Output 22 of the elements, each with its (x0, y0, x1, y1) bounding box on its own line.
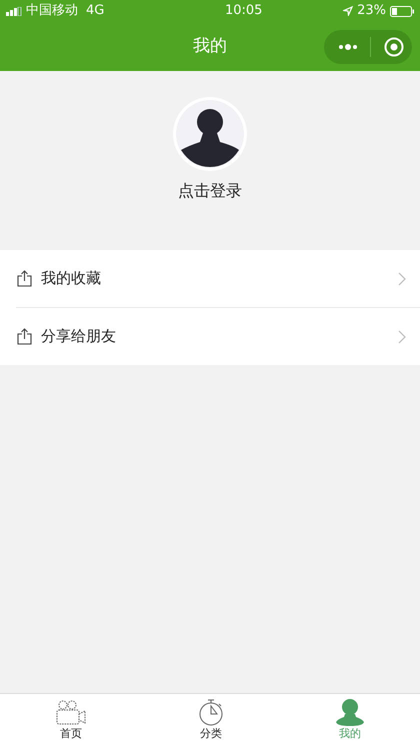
network-type: 4G (86, 2, 104, 20)
share-icon (16, 270, 33, 287)
signal-icon (6, 6, 22, 16)
tab-item[interactable]: 首页 (0, 694, 142, 747)
chevron-icon (398, 330, 406, 344)
camera-icon (56, 700, 86, 726)
more-icon[interactable] (338, 44, 358, 50)
clock-time: 10:05 (224, 2, 262, 20)
stopwatch-icon (198, 698, 224, 726)
share-icon (16, 328, 33, 345)
location-icon (343, 6, 354, 16)
chevron-icon (398, 272, 406, 286)
close-icon[interactable] (384, 37, 404, 57)
page-title: 我的 (193, 34, 227, 58)
tab-item[interactable]: 分类 (142, 694, 280, 747)
carrier-name: 中国移动 (26, 2, 78, 20)
menu-item[interactable]: 分享给朋友 (0, 308, 420, 365)
login-link[interactable]: 点击登录 (178, 178, 242, 202)
battery-percent: 23% (357, 2, 386, 20)
person-icon (336, 698, 364, 726)
menu-item[interactable]: 我的收藏 (0, 250, 420, 307)
battery-icon (390, 6, 414, 16)
